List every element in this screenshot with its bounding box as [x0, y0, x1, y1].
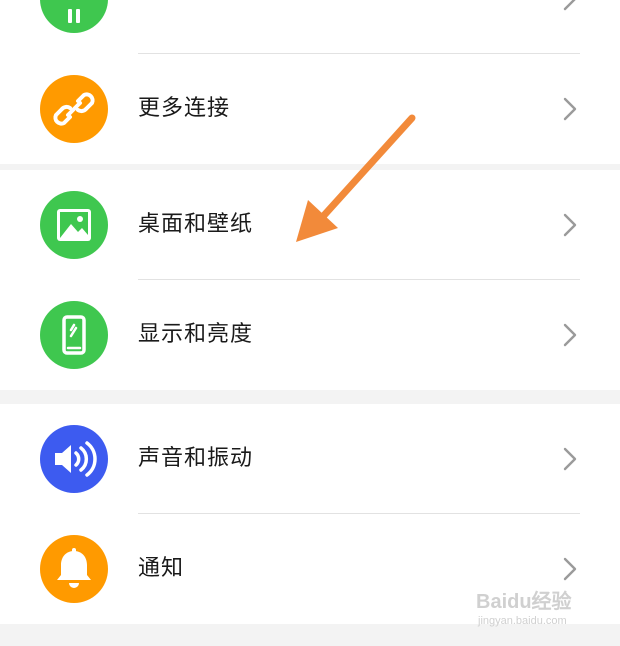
settings-row-label: 桌面和壁纸 [138, 212, 254, 237]
partial-green-icon [40, 0, 108, 33]
settings-group-display: 桌面和壁纸 显示和亮度 [0, 170, 620, 390]
settings-row-label: 显示和亮度 [138, 322, 254, 347]
baidu-watermark: Baidu经验 jingyan.baidu.com [476, 585, 596, 635]
watermark-brand: Baidu经验 [476, 591, 572, 613]
settings-screen: 更多连接 桌面和壁纸 显示和亮度 声音和振动 通知 Baidu经验 jingya… [0, 0, 620, 646]
chevron-right-icon [563, 447, 577, 471]
chevron-right-icon [563, 97, 577, 121]
settings-row-display-brightness[interactable]: 显示和亮度 [0, 280, 620, 390]
settings-row-label: 声音和振动 [138, 446, 254, 471]
settings-row-desktop-wallpaper[interactable]: 桌面和壁纸 [0, 170, 620, 280]
phone-brightness-icon [40, 301, 108, 369]
chevron-right-icon [563, 557, 577, 581]
settings-row-sound-vibration[interactable]: 声音和振动 [0, 404, 620, 514]
image-icon [40, 191, 108, 259]
settings-row-more-connections[interactable]: 更多连接 [0, 54, 620, 164]
settings-row-label: 通知 [138, 556, 185, 581]
chevron-right-icon [563, 323, 577, 347]
settings-group-connectivity: 更多连接 [0, 0, 620, 164]
bell-icon [40, 535, 108, 603]
watermark-site: jingyan.baidu.com [478, 615, 567, 627]
chevron-right-icon [563, 0, 576, 11]
settings-row-label: 更多连接 [138, 96, 231, 121]
chevron-right-icon [563, 213, 577, 237]
speaker-icon [40, 425, 108, 493]
link-icon [40, 75, 108, 143]
settings-row-partial[interactable] [0, 0, 620, 54]
